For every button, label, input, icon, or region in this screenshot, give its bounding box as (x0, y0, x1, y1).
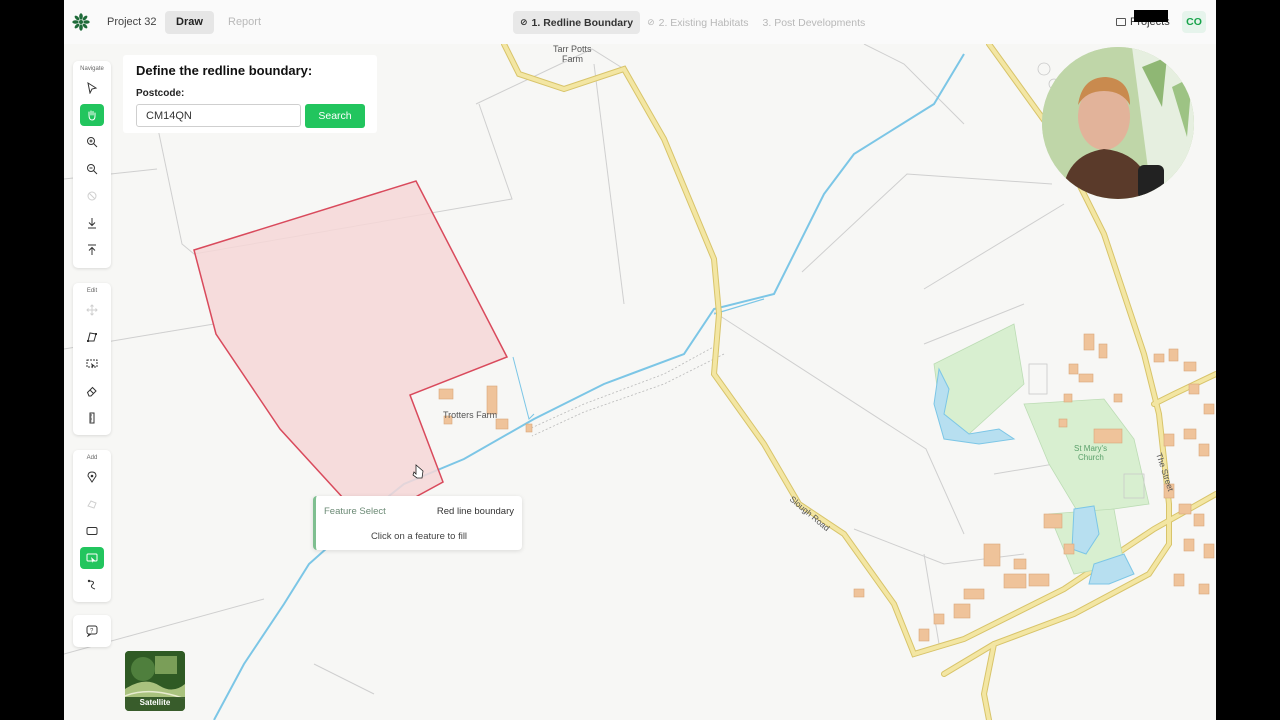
map-canvas[interactable]: Tarr Potts Farm Trotters Farm St Mary's … (64, 44, 1216, 720)
feature-fill-button[interactable] (80, 547, 104, 569)
zoom-in-icon (87, 137, 98, 148)
postcode-label: Postcode: (136, 88, 185, 99)
move-icon (86, 304, 98, 316)
step-post-developments[interactable]: 3. Post Developments (756, 11, 873, 34)
edit-vertices-icon (87, 332, 97, 342)
map-label-tarr-potts-farm: Farm (562, 54, 583, 64)
check-circle-icon: ⊘ (520, 17, 528, 27)
help-button[interactable]: ? (80, 620, 104, 642)
zoom-out-button[interactable] (80, 158, 104, 180)
map-label-church: Church (1078, 453, 1104, 462)
feature-select-title: Feature Select (324, 506, 386, 517)
eraser-button[interactable] (80, 380, 104, 402)
project-name[interactable]: Project 32 (107, 16, 157, 28)
top-bar: Project 32 Draw Report ⊘ 1. Redline Boun… (64, 0, 1216, 44)
presenter-video-image (1042, 47, 1194, 199)
panel-title: Define the redline boundary: (136, 63, 313, 78)
select-area-button[interactable] (80, 353, 104, 375)
eraser-icon (86, 386, 97, 397)
tab-report[interactable]: Report (217, 11, 272, 34)
feature-select-layer[interactable]: Red line boundary (437, 506, 514, 517)
tab-draw[interactable]: Draw (165, 11, 214, 34)
add-point-button[interactable] (80, 466, 104, 488)
upload-button[interactable] (80, 239, 104, 261)
step-label: 2. Existing Habitats (658, 16, 749, 29)
app-logo-icon[interactable] (72, 13, 90, 31)
select-area-icon (86, 359, 98, 369)
zoom-out-icon (87, 164, 98, 175)
toolbar-navigate-group: Navigate (73, 61, 111, 268)
move-tool-button[interactable] (80, 299, 104, 321)
step-label: 1. Redline Boundary (531, 16, 634, 29)
download-icon (88, 218, 96, 229)
map-label-trotters-farm: Trotters Farm (443, 410, 497, 420)
hand-pan-icon (88, 110, 96, 121)
step-existing-habitats[interactable]: ⊘ 2. Existing Habitats (640, 11, 755, 34)
pan-tool-button[interactable] (80, 104, 104, 126)
satellite-label: Satellite (139, 698, 171, 707)
step-redline-boundary[interactable]: ⊘ 1. Redline Boundary (513, 11, 641, 34)
disabled-nav-button[interactable] (80, 185, 104, 207)
feature-fill-icon (86, 553, 98, 563)
pointer-icon (87, 82, 98, 94)
feature-select-hint: Click on a feature to fill (370, 531, 468, 542)
map-label-tarr-potts: Tarr Potts (553, 44, 592, 54)
pointer-tool-button[interactable] (80, 77, 104, 99)
toolbar-edit-group: Edit (73, 283, 111, 435)
satellite-toggle[interactable]: Satellite (125, 651, 185, 711)
redline-panel: Define the redline boundary: Postcode: S… (123, 55, 377, 133)
rectangle-icon (86, 527, 98, 535)
toolbar-add-group: Add (73, 450, 111, 602)
webcam-overlay (1042, 47, 1194, 199)
feature-select-popup: Feature Select Red line boundary Click o… (313, 496, 522, 550)
download-button[interactable] (80, 212, 104, 234)
map-label-st-marys: St Mary's (1074, 444, 1107, 453)
toolbar-help-group: ? (73, 615, 111, 647)
toolbar-edit-label: Edit (86, 288, 98, 294)
step-label: 3. Post Developments (762, 16, 866, 29)
add-disabled-icon (87, 500, 97, 509)
search-button[interactable]: Search (305, 104, 365, 128)
edit-vertices-button[interactable] (80, 326, 104, 348)
upload-icon (88, 244, 96, 255)
postcode-input[interactable] (136, 104, 301, 127)
rectangle-tool-button[interactable] (80, 520, 104, 542)
step-progress: ⊘ 1. Redline Boundary ⊘ 2. Existing Habi… (513, 11, 872, 34)
ruler-icon (89, 412, 95, 424)
add-point-icon (87, 471, 97, 483)
app-window: Tarr Potts Farm Trotters Farm St Mary's … (64, 0, 1216, 720)
disabled-nav-icon (87, 191, 97, 201)
help-icon: ? (86, 625, 98, 637)
ruler-button[interactable] (80, 407, 104, 429)
add-disabled-button[interactable] (80, 493, 104, 515)
toolbar-navigate-label: Navigate (80, 66, 104, 72)
zoom-in-button[interactable] (80, 131, 104, 153)
check-circle-icon: ⊘ (647, 17, 655, 27)
folder-icon (1116, 18, 1126, 26)
toolbar-add-label: Add (86, 455, 98, 461)
add-line-icon (87, 579, 96, 590)
user-avatar[interactable]: CO (1182, 11, 1206, 33)
redaction-bar (1134, 10, 1168, 22)
add-line-button[interactable] (80, 574, 104, 596)
